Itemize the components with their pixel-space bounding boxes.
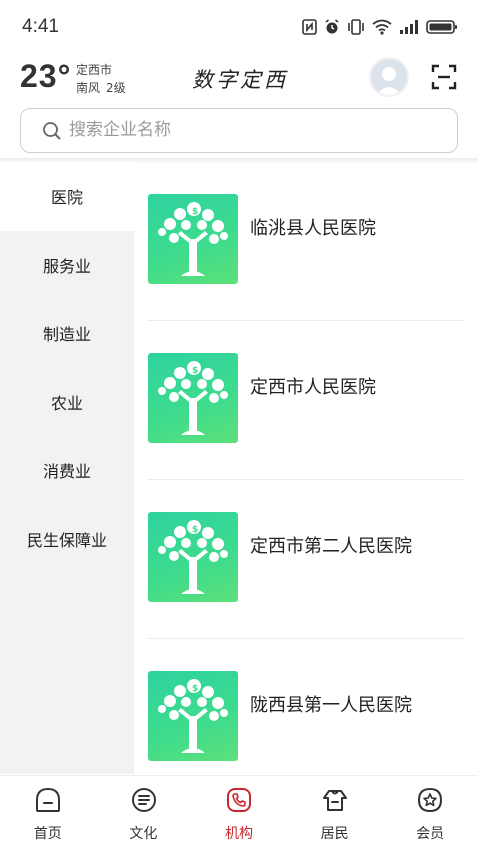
document-icon [131,788,156,812]
svg-text:$: $ [192,525,198,535]
list-item[interactable]: $ 陇西县第一人民医院 [148,639,464,774]
list-item[interactable]: $ 临洮县人民医院 [148,162,464,321]
status-bar: 4:41 [0,0,478,54]
nav-label-resident: 居民 [320,826,349,842]
svg-text:$: $ [192,207,198,217]
money-tree-icon: $ [148,194,238,284]
vibrate-icon [348,19,364,35]
wind-level: 2级 [106,81,126,95]
app-title: 数字定西 [192,68,288,92]
nfc-icon [302,19,317,35]
sidebar-item-consumer[interactable]: 消费业 [0,436,134,505]
svg-text:$: $ [192,684,198,694]
organization-list: $ 临洮县人民医院 $ 定西市人民医院 $ 定西市第二人民医院 $ 陇西县第一人… [148,162,464,774]
sidebar-item-service[interactable]: 服务业 [0,231,134,300]
nav-item-institution[interactable]: 机构 [191,776,287,850]
money-tree-icon: $ [148,671,238,761]
nav-item-member[interactable]: 会员 [382,776,478,850]
nav-label-institution: 机构 [224,826,253,842]
search-icon [43,122,61,140]
search-input[interactable] [69,115,439,145]
category-sidebar: 医院 服务业 制造业 农业 消费业 民生保障业 [0,162,134,774]
list-item[interactable]: $ 定西市第二人民医院 [148,480,464,639]
wind-info: 南风 2级 [76,79,132,96]
list-item[interactable]: $ 定西市人民医院 [148,321,464,480]
nav-label-culture: 文化 [129,826,158,842]
wifi-icon [372,19,392,35]
search-bar[interactable] [20,108,458,153]
sidebar-item-hospital[interactable]: 医院 [0,162,134,231]
wind-direction: 南风 [76,81,101,95]
alarm-icon [325,19,339,34]
nav-item-resident[interactable]: 居民 [287,776,383,850]
sidebar-item-manufacturing[interactable]: 制造业 [0,299,134,368]
scan-icon[interactable] [431,64,457,90]
organization-name: 定西市人民医院 [250,377,376,398]
city-name: 定西市 [76,63,113,77]
sidebar-item-livelihood[interactable]: 民生保障业 [0,505,134,574]
resident-icon [322,790,347,811]
battery-icon [426,20,457,34]
nav-label-home: 首页 [33,826,62,842]
organization-name: 定西市第二人民医院 [250,536,412,557]
nav-item-culture[interactable]: 文化 [96,776,192,850]
phone-icon [227,788,252,812]
nav-item-home[interactable]: 首页 [0,776,96,850]
money-tree-icon: $ [148,353,238,443]
organization-name: 陇西县第一人民医院 [250,695,412,716]
home-icon [36,787,60,812]
sidebar-item-agriculture[interactable]: 农业 [0,368,134,437]
status-icons [302,17,458,37]
user-avatar-icon[interactable] [369,57,409,97]
money-tree-icon: $ [148,512,238,602]
temperature: 23° [20,58,72,94]
bottom-nav: 首页 文化 机构 居民 会员 [0,775,478,850]
nav-label-member: 会员 [416,826,445,842]
organization-name: 临洮县人民医院 [250,218,376,239]
status-time: 4:41 [22,16,59,37]
svg-text:$: $ [192,366,198,376]
member-star-icon [418,787,443,813]
signal-icon [400,20,418,34]
